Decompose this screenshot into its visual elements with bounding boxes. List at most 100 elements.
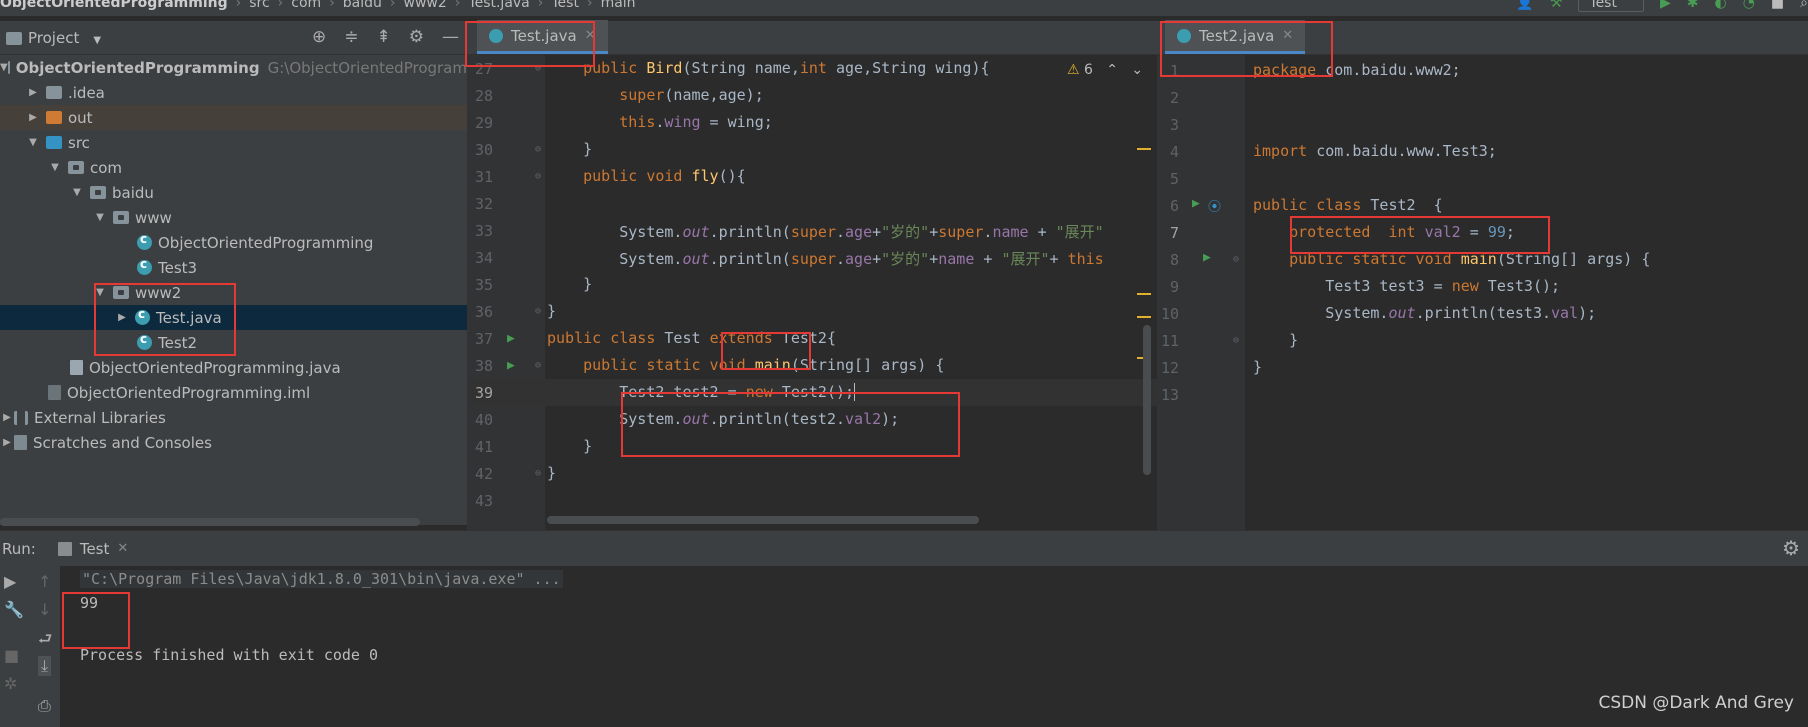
chevron-down-icon[interactable]: ▼ [26, 137, 40, 148]
line-number: 4 [1169, 142, 1179, 161]
search-icon[interactable]: ⌕ [1800, 0, 1808, 11]
tree-node-www[interactable]: ▼ www [0, 205, 467, 230]
user-icon[interactable]: 👤 [1516, 0, 1533, 11]
tree-node-scratches[interactable]: ▶ Scratches and Consoles [0, 430, 467, 455]
chevron-right-icon[interactable]: ▶ [115, 312, 129, 323]
chevron-up-icon[interactable]: ⌃ [1106, 62, 1118, 78]
warning-stripe[interactable] [1137, 293, 1151, 295]
editor-left-scrollbar[interactable] [1143, 325, 1151, 475]
chevron-down-icon[interactable]: ▼ [93, 35, 101, 46]
project-panel-header: Project ▼ ⊕ ≑ ⇞ ⚙ — [0, 21, 467, 55]
wrench-icon[interactable]: 🔧 [4, 600, 24, 619]
chevron-right-icon[interactable]: ▶ [0, 437, 14, 448]
tree-node-com[interactable]: ▼ com [0, 155, 467, 180]
gear-icon[interactable]: ⚙ [409, 27, 424, 47]
close-icon[interactable]: ✕ [1282, 28, 1293, 43]
breadcrumb-src[interactable]: src [249, 0, 269, 11]
chevron-down-icon[interactable]: ⌄ [1131, 62, 1143, 78]
fold-icon[interactable]: ⊖ [535, 468, 541, 479]
tree-node-test-java[interactable]: ▶ Test.java [0, 305, 467, 330]
run-gutter-icon[interactable]: ▶ [1203, 250, 1211, 265]
print-icon[interactable]: ⎙ [38, 696, 51, 716]
tree-node-out[interactable]: ▶ out [0, 105, 467, 130]
tree-node-test2[interactable]: Test2 [0, 330, 467, 355]
tree-node-objectorientedprogramming-iml[interactable]: ObjectOrientedProgramming.iml [0, 380, 467, 405]
run-gutter-icon[interactable]: ▶ [507, 358, 515, 373]
chevron-right-icon[interactable]: ▶ [26, 112, 40, 123]
chevron-down-icon[interactable]: ▼ [0, 62, 8, 73]
run-console[interactable]: "C:\Program Files\Java\jdk1.8.0_301\bin\… [60, 566, 1808, 727]
line-number: 30 [474, 140, 493, 159]
run-configuration-select[interactable]: Test [1578, 0, 1644, 12]
tree-node-test3[interactable]: Test3 [0, 255, 467, 280]
warning-stripe[interactable] [1137, 148, 1151, 150]
chevron-down-icon[interactable]: ▼ [48, 162, 62, 173]
tab-test-java[interactable]: Test.java ✕ [477, 20, 608, 54]
breadcrumb-file[interactable]: Test.java [468, 0, 529, 11]
editor-left-horizontal-scrollbar[interactable] [547, 516, 979, 524]
stop-icon[interactable]: ■ [1771, 0, 1784, 11]
build-hammer-icon[interactable]: ⚒ [1550, 0, 1563, 11]
tab-test2-java[interactable]: Test2.java ✕ [1165, 20, 1306, 54]
fold-icon[interactable]: ⊖ [535, 360, 541, 371]
fold-icon[interactable]: ⊖ [1233, 254, 1239, 265]
breadcrumb-project[interactable]: ObjectOrientedProgramming [0, 0, 228, 11]
chevron-down-icon[interactable]: ▼ [93, 287, 107, 298]
locate-target-icon[interactable]: ⊕ [312, 27, 326, 47]
tree-node-idea[interactable]: ▶ .idea [0, 80, 467, 105]
soft-wrap-icon[interactable]: ⮐ [38, 628, 52, 655]
breadcrumb-class[interactable]: Test [551, 0, 579, 11]
fold-icon[interactable]: ⊖ [535, 306, 541, 317]
inspection-widget[interactable]: ⚠ 6 ⌃ ⌄ [1067, 62, 1143, 78]
breadcrumb-www2[interactable]: www2 [404, 0, 447, 11]
run-icon[interactable]: ▶ [1660, 0, 1671, 11]
scroll-to-end-icon[interactable]: ⤓ [38, 656, 52, 676]
close-icon[interactable]: ✕ [117, 541, 128, 556]
line-number: 33 [474, 221, 493, 240]
rerun-icon[interactable]: ▶ [4, 572, 16, 591]
arrow-up-icon[interactable]: ↑ [38, 572, 51, 591]
chevron-right-icon[interactable]: ▶ [26, 87, 40, 98]
tree-node-src[interactable]: ▼ src [0, 130, 467, 155]
breadcrumb-baidu[interactable]: baidu [343, 0, 382, 11]
chevron-down-icon[interactable]: ▼ [93, 212, 107, 223]
project-panel-title[interactable]: Project ▼ [6, 29, 101, 47]
profile-icon[interactable]: ◔ [1743, 0, 1755, 11]
stop-icon[interactable]: ■ [4, 646, 19, 665]
close-icon[interactable]: ✕ [585, 28, 596, 43]
fold-icon[interactable]: ⊖ [535, 144, 541, 155]
run-gutter-icon[interactable]: ▶ [1192, 196, 1200, 211]
run-panel-header: Run: Test ✕ ⚙ [0, 530, 1808, 566]
debug-icon[interactable]: ✱ [1687, 0, 1699, 11]
run-gutter-icon[interactable]: ▶ [507, 331, 515, 346]
editor-left[interactable]: 27 28 29 30 31 32 33 34 35 36 37 38 39 4… [467, 55, 1157, 530]
editor-right[interactable]: 1 2 3 4 5 6 7 8 9 10 11 12 13 ▶ ⦿ ▶ ⊖ ⊖ … [1157, 55, 1808, 530]
chevron-right-icon[interactable]: ▶ [0, 412, 14, 423]
breadcrumb-method[interactable]: main [601, 0, 636, 11]
implemented-gutter-icon[interactable]: ⦿ [1208, 196, 1221, 215]
tree-node-project-root[interactable]: ▼ ObjectOrientedProgramming G:\ObjectOri… [0, 55, 467, 80]
breadcrumb-com[interactable]: com [291, 0, 321, 11]
tree-node-baidu[interactable]: ▼ baidu [0, 180, 467, 205]
expand-all-icon[interactable]: ⇞ [377, 27, 391, 47]
coverage-icon[interactable]: ◐ [1714, 0, 1726, 11]
line-number: 12 [1160, 358, 1179, 377]
arrow-down-icon[interactable]: ↓ [38, 600, 51, 619]
minimize-icon[interactable]: — [442, 27, 459, 47]
warning-stripe[interactable] [1137, 316, 1151, 318]
collapse-all-icon[interactable]: ≑ [344, 27, 358, 47]
run-tab-test[interactable]: Test ✕ [57, 540, 128, 558]
settings-disabled-icon[interactable]: ✲ [4, 674, 17, 693]
tree-node-external-libraries[interactable]: ▶ External Libraries [0, 405, 467, 430]
fold-icon[interactable]: ⊖ [535, 63, 541, 74]
chevron-down-icon[interactable]: ▼ [70, 187, 84, 198]
fold-icon[interactable]: ⊖ [535, 171, 541, 182]
tree-node-objectorientedprogramming-class[interactable]: ObjectOrientedProgramming [0, 230, 467, 255]
package-icon [90, 186, 106, 199]
project-horizontal-scrollbar[interactable] [0, 518, 420, 526]
tree-node-www2[interactable]: ▼ www2 [0, 280, 467, 305]
run-panel-label: Run: [2, 539, 36, 558]
gear-icon[interactable]: ⚙ [1782, 536, 1800, 560]
tree-node-objectorientedprogramming-java[interactable]: ObjectOrientedProgramming.java [0, 355, 467, 380]
fold-icon[interactable]: ⊖ [1233, 335, 1239, 346]
